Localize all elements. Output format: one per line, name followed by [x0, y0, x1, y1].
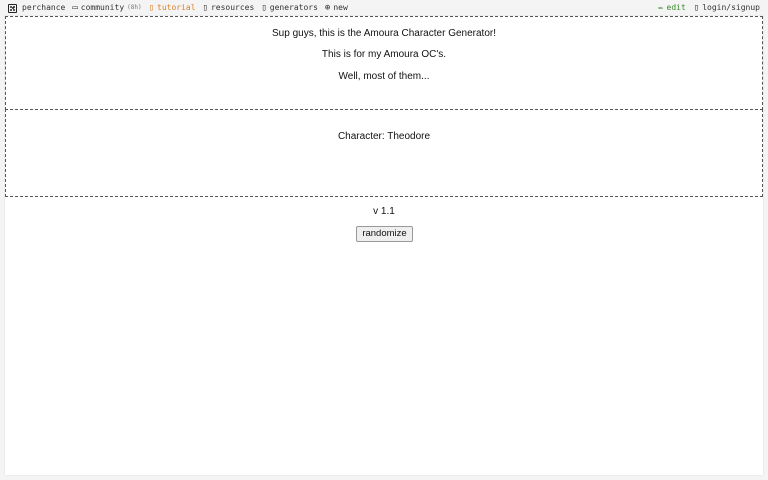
user-icon: ▯: [693, 2, 700, 13]
character-output: Character: Theodore: [337, 131, 431, 142]
output-box: Character: Theodore: [5, 109, 763, 197]
generators-icon: ▯: [261, 2, 267, 13]
nav-edit-label: edit: [666, 3, 686, 12]
nav-generators[interactable]: ▯ generators: [261, 0, 318, 16]
nav-login[interactable]: ▯ login/signup: [694, 0, 760, 16]
version-label: v 1.1: [373, 206, 395, 217]
chat-icon: ▭: [72, 2, 78, 13]
nav-resources[interactable]: ▯ resources: [203, 0, 255, 16]
pencil-icon: ✏: [658, 2, 664, 13]
nav-edit[interactable]: ✏ edit: [658, 0, 686, 16]
nav-tutorial-label: tutorial: [157, 3, 196, 12]
nav-new-label: new: [333, 3, 348, 12]
nav-login-label: login/signup: [702, 3, 760, 12]
nav-perchance-label: perchance: [22, 3, 66, 12]
randomize-button[interactable]: randomize: [356, 226, 413, 242]
generator-page: Sup guys, this is the Amoura Character G…: [5, 16, 763, 475]
nav-resources-label: resources: [210, 3, 255, 12]
intro-line-3: Well, most of them...: [338, 71, 430, 82]
top-nav-bar: perchance ▭ community (8h) ▯ tutorial ▯ …: [0, 0, 768, 16]
nav-left: perchance ▭ community (8h) ▯ tutorial ▯ …: [8, 0, 355, 16]
community-count: (8h): [127, 4, 142, 11]
intro-line-2: This is for my Amoura OC's.: [321, 49, 447, 60]
nav-community-label: community: [80, 3, 125, 12]
nav-right: ✏ edit ▯ login/signup: [650, 0, 760, 16]
plus-circle-icon: ⊕: [324, 2, 331, 13]
nav-community[interactable]: ▭ community (8h): [72, 0, 141, 16]
book-icon: ▯: [148, 2, 155, 13]
intro-box: Sup guys, this is the Amoura Character G…: [5, 16, 763, 110]
nav-new[interactable]: ⊕ new: [325, 0, 348, 16]
nav-generators-label: generators: [269, 3, 318, 12]
nav-tutorial[interactable]: ▯ tutorial: [149, 0, 196, 16]
intro-line-1: Sup guys, this is the Amoura Character G…: [272, 28, 496, 39]
nav-perchance[interactable]: perchance: [8, 0, 65, 16]
resources-icon: ▯: [202, 2, 208, 13]
dice-icon: [8, 3, 17, 13]
